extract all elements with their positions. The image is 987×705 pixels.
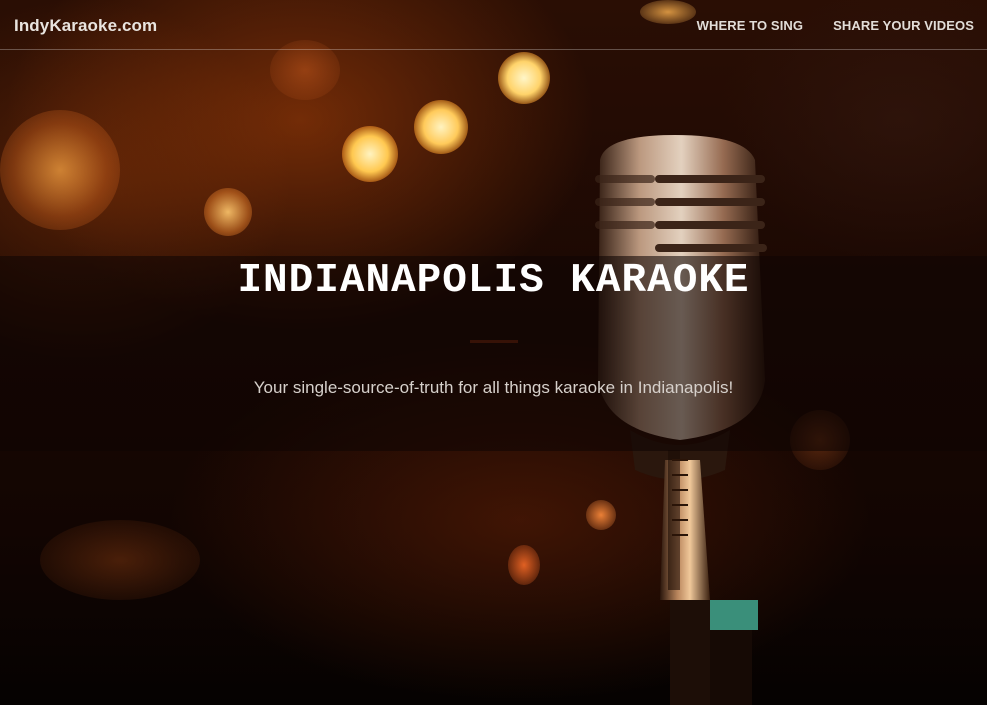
title-divider (470, 340, 518, 343)
bokeh-light (40, 520, 200, 600)
nav-link-where-to-sing[interactable]: WHERE TO SING (697, 18, 804, 33)
bokeh-light (204, 188, 252, 236)
bokeh-light (508, 545, 540, 585)
hero-tagline: Your single-source-of-truth for all thin… (253, 378, 734, 397)
top-navbar: IndyKaraoke.com WHERE TO SING SHARE YOUR… (0, 0, 987, 50)
bokeh-light (498, 52, 550, 104)
bokeh-light (342, 126, 398, 182)
bokeh-light (0, 110, 120, 230)
nav-links: WHERE TO SING SHARE YOUR VIDEOS (697, 18, 974, 33)
bokeh-light (414, 100, 468, 154)
nav-link-share-your-videos[interactable]: SHARE YOUR VIDEOS (833, 18, 974, 33)
brand-logo-link[interactable]: IndyKaraoke.com (14, 16, 157, 36)
hero-title: INDIANAPOLIS KARAOKE (237, 258, 750, 304)
